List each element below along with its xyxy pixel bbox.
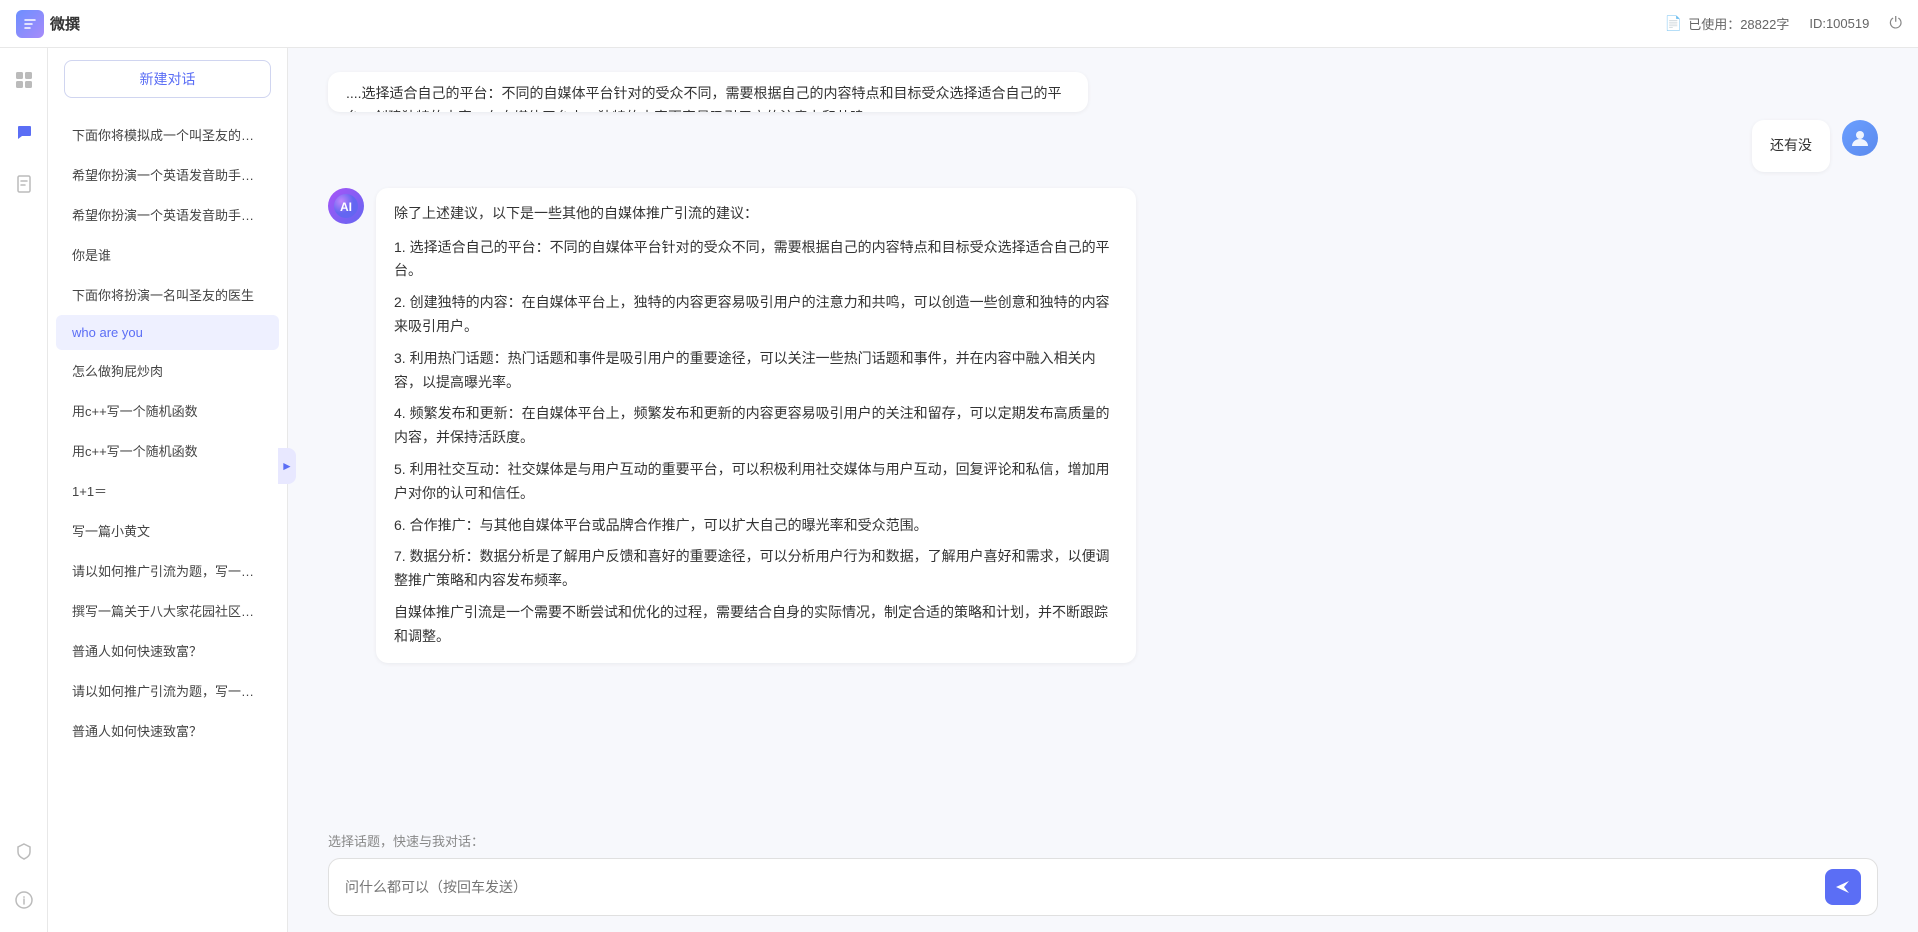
sidebar-item-7[interactable]: 怎么做狗屁炒肉 [56, 351, 279, 390]
chat-messages: ....选择适合自己的平台：不同的自媒体平台针对的受众不同，需要根据自己的内容特… [288, 48, 1918, 819]
user-id: ID:100519 [1809, 16, 1869, 31]
sidebar-item-3[interactable]: 希望你扮演一个英语发音助手，我提供给你... [56, 195, 279, 234]
power-icon[interactable]: ⏻ [1889, 15, 1902, 33]
ai-message-bubble: 除了上述建议，以下是一些其他的自媒体推广引流的建议： 1. 选择适合自己的平台：… [376, 188, 1136, 663]
sidebar-item-1[interactable]: 下面你将模拟成一个叫圣友的程序员，我说... [56, 115, 279, 154]
sidebar-item-13[interactable]: 撰写一篇关于八大家花园社区一刻钟便民生... [56, 591, 279, 630]
new-conversation-button[interactable]: 新建对话 [64, 60, 271, 98]
sidebar-toggle[interactable]: ► [278, 448, 296, 484]
user-message-row: 还有没 [288, 112, 1918, 180]
doc-icon: 📄 [1665, 15, 1682, 32]
ai-para-6: 6. 合作推广：与其他自媒体平台或品牌合作推广，可以扩大自己的曝光率和受众范围。 [394, 514, 1118, 538]
sidebar-item-8[interactable]: 用c++写一个随机函数 [56, 391, 279, 430]
user-message-text: 还有没 [1770, 137, 1812, 153]
chat-input-area: 选择话题，快速与我对话： [288, 819, 1918, 932]
ai-para-2: 2. 创建独特的内容：在自媒体平台上，独特的内容更容易吸引用户的注意力和共鸣，可… [394, 291, 1118, 339]
sidebar-item-4[interactable]: 你是谁 [56, 235, 279, 274]
sidebar-item-10[interactable]: 1+1＝ [56, 471, 279, 510]
logo-icon [16, 10, 44, 38]
usage-info: 📄 已使用：28822字 [1665, 14, 1790, 33]
sidebar-list: 下面你将模拟成一个叫圣友的程序员，我说... 希望你扮演一个英语发音助手，我提供… [48, 110, 287, 932]
ai-para-1: 1. 选择适合自己的平台：不同的自媒体平台针对的受众不同，需要根据自己的内容特点… [394, 236, 1118, 284]
input-wrapper [328, 858, 1878, 916]
nav-home[interactable] [8, 64, 40, 96]
nav-chat[interactable] [8, 116, 40, 148]
user-message-bubble: 还有没 [1752, 120, 1830, 172]
app-title: 微撰 [50, 13, 80, 34]
nav-info[interactable] [8, 884, 40, 916]
chat-input[interactable] [345, 879, 1815, 895]
sidebar-item-14[interactable]: 普通人如何快速致富？ [56, 631, 279, 670]
ai-para-0: 除了上述建议，以下是一些其他的自媒体推广引流的建议： [394, 202, 1118, 226]
sidebar-item-6[interactable]: who are you [56, 315, 279, 350]
sidebar-item-2[interactable]: 希望你扮演一个英语发音助手，我提供给你... [56, 155, 279, 194]
ai-avatar: AI [328, 188, 364, 224]
sidebar-item-5[interactable]: 下面你将扮演一名叫圣友的医生 [56, 275, 279, 314]
ai-para-4: 4. 频繁发布和更新：在自媒体平台上，频繁发布和更新的内容更容易吸引用户的关注和… [394, 402, 1118, 450]
sidebar-item-11[interactable]: 写一篇小黄文 [56, 511, 279, 550]
ai-para-5: 5. 利用社交互动：社交媒体是与用户互动的重要平台，可以积极利用社交媒体与用户互… [394, 458, 1118, 506]
sidebar-item-12[interactable]: 请以如何推广引流为题，写一篇大纲 [56, 551, 279, 590]
sidebar-item-16[interactable]: 普通人如何快速致富？ [56, 711, 279, 750]
usage-text: 已使用：28822字 [1688, 14, 1789, 33]
ai-message-row: AI 除了上述建议，以下是一些其他的自媒体推广引流的建议： 1. 选择适合自己的… [288, 180, 1918, 671]
nav-docs[interactable] [8, 168, 40, 200]
sidebar-item-15[interactable]: 请以如何推广引流为题，写一篇大纲 [56, 671, 279, 710]
sidebar: 新建对话 下面你将模拟成一个叫圣友的程序员，我说... 希望你扮演一个英语发音助… [48, 48, 288, 932]
partial-message: ....选择适合自己的平台：不同的自媒体平台针对的受众不同，需要根据自己的内容特… [288, 64, 1918, 112]
ai-para-3: 3. 利用热门话题：热门话题和事件是吸引用户的重要途径，可以关注一些热门话题和事… [394, 347, 1118, 395]
svg-text:AI: AI [340, 200, 352, 214]
main-layout: 新建对话 下面你将模拟成一个叫圣友的程序员，我说... 希望你扮演一个英语发音助… [0, 48, 1918, 932]
nav-security[interactable] [8, 836, 40, 868]
quick-topics-label: 选择话题，快速与我对话： [328, 831, 1878, 850]
icon-rail-bottom [8, 836, 40, 916]
ai-para-7: 7. 数据分析：数据分析是了解用户反馈和喜好的重要途径，可以分析用户行为和数据，… [394, 545, 1118, 593]
topbar-logo: 微撰 [16, 10, 80, 38]
ai-para-8: 自媒体推广引流是一个需要不断尝试和优化的过程，需要结合自身的实际情况，制定合适的… [394, 601, 1118, 649]
topbar-right: 📄 已使用：28822字 ID:100519 ⏻ [1665, 14, 1902, 33]
icon-rail [0, 48, 48, 932]
sidebar-item-9[interactable]: 用c++写一个随机函数 [56, 431, 279, 470]
send-button[interactable] [1825, 869, 1861, 905]
partial-bubble: ....选择适合自己的平台：不同的自媒体平台针对的受众不同，需要根据自己的内容特… [328, 72, 1088, 112]
topbar: 微撰 📄 已使用：28822字 ID:100519 ⏻ [0, 0, 1918, 48]
chat-area: ....选择适合自己的平台：不同的自媒体平台针对的受众不同，需要根据自己的内容特… [288, 48, 1918, 932]
user-avatar [1842, 120, 1878, 156]
